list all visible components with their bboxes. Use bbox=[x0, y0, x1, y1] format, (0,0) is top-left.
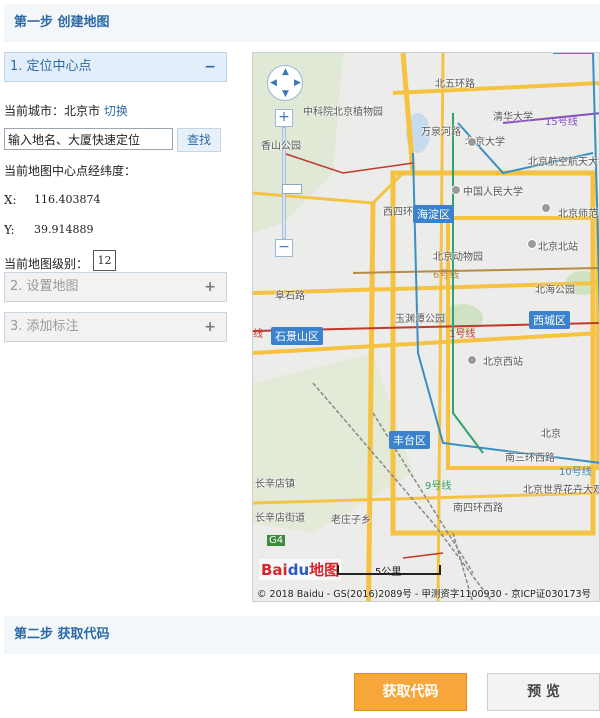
pan-right-icon[interactable]: ▶ bbox=[294, 78, 301, 88]
switch-city-link[interactable]: 切换 bbox=[104, 104, 128, 118]
pan-left-icon[interactable]: ◀ bbox=[270, 78, 277, 88]
logo-text: Bai bbox=[261, 561, 288, 579]
metro-label: 10号线 bbox=[559, 467, 592, 478]
get-code-button[interactable]: 获取代码 bbox=[354, 673, 467, 711]
current-city-label: 当前城市： bbox=[4, 104, 65, 118]
poi-marker[interactable] bbox=[467, 355, 477, 365]
district-badge: 丰台区 bbox=[389, 431, 430, 449]
y-label: Y: bbox=[4, 223, 15, 237]
map-label: 北京 bbox=[541, 429, 561, 440]
pan-up-icon[interactable]: ▲ bbox=[282, 67, 289, 77]
map-pan-control[interactable]: ▲ ▼ ◀ ▶ bbox=[267, 65, 303, 101]
zoom-in-button[interactable]: + bbox=[275, 109, 293, 127]
map-scale-label: 5公里 bbox=[375, 567, 402, 578]
map-label: 长辛店镇 bbox=[255, 479, 295, 490]
zoom-out-button[interactable]: − bbox=[275, 239, 293, 257]
pan-down-icon[interactable]: ▼ bbox=[282, 89, 289, 99]
logo-suffix: 地图 bbox=[309, 561, 340, 579]
x-value: 116.403874 bbox=[34, 193, 101, 206]
map-label: 长辛店街道 bbox=[255, 513, 305, 524]
poi-marker[interactable] bbox=[451, 185, 461, 195]
metro-label: 9号线 bbox=[425, 481, 452, 492]
poi-marker[interactable] bbox=[541, 203, 551, 213]
x-label: X: bbox=[4, 193, 17, 207]
panel-map-settings-title: 2. 设置地图 bbox=[10, 279, 79, 294]
district-badge: 海淀区 bbox=[413, 205, 454, 223]
map-label: 北海公园 bbox=[535, 285, 575, 296]
metro-label: 1号线 bbox=[449, 329, 476, 340]
map-label: 玉渊潭公园 bbox=[395, 314, 445, 325]
map-label: 北京北站 bbox=[538, 242, 578, 253]
metro-label: 15号线 bbox=[545, 117, 578, 128]
zoom-slider-handle[interactable] bbox=[282, 184, 302, 194]
center-coords-label: 当前地图中心点经纬度： bbox=[4, 164, 137, 178]
map-label: 中国人民大学 bbox=[463, 187, 523, 198]
preview-button[interactable]: 预 览 bbox=[487, 673, 600, 711]
map-label: 北京西站 bbox=[483, 357, 523, 368]
poi-marker[interactable] bbox=[527, 239, 537, 249]
zoom-level-label: 当前地图级别： bbox=[4, 257, 89, 271]
expand-icon[interactable]: + bbox=[204, 313, 216, 341]
district-badge: 西城区 bbox=[529, 311, 570, 329]
map-label: 北京航空航天大学 bbox=[528, 157, 600, 168]
zoom-level-field[interactable]: 12 bbox=[93, 250, 116, 271]
expand-icon[interactable]: + bbox=[204, 273, 216, 301]
map-label: 香山公园 bbox=[261, 141, 301, 152]
highway-shield: G4 bbox=[267, 535, 286, 546]
panel-add-marker-title: 3. 添加标注 bbox=[10, 319, 79, 334]
step1-header: 第一步 创建地图 bbox=[4, 4, 600, 42]
current-city-row: 当前城市：北京市 切换 bbox=[4, 102, 128, 119]
poi-marker[interactable] bbox=[467, 137, 477, 147]
baidu-logo: Baidu地图 bbox=[259, 559, 342, 580]
panel-add-marker[interactable]: 3. 添加标注 + bbox=[4, 312, 227, 342]
map-label: 阜石路 bbox=[275, 291, 305, 302]
map-label: 南四环西路 bbox=[453, 503, 503, 514]
map-label: 清华大学 bbox=[493, 112, 533, 123]
map-label: 北五环路 bbox=[435, 79, 475, 90]
map-label: 老庄子乡 bbox=[331, 515, 371, 526]
map-label: 北京动物园 bbox=[433, 252, 483, 263]
collapse-icon[interactable]: − bbox=[204, 53, 216, 81]
panel-map-settings[interactable]: 2. 设置地图 + bbox=[4, 272, 227, 302]
map-view[interactable]: ▲ ▼ ◀ ▶ + − 北五环路 中科院北京植物园 香山公园 清华大学 北京大学… bbox=[252, 52, 600, 602]
current-city-name: 北京市 bbox=[64, 104, 101, 118]
y-value: 39.914889 bbox=[34, 223, 94, 236]
map-label: 万泉河路 bbox=[421, 127, 461, 138]
metro-label: 6号线 bbox=[433, 270, 460, 281]
map-label: 中科院北京植物园 bbox=[303, 107, 383, 118]
search-button[interactable]: 查找 bbox=[177, 128, 221, 152]
map-zoom-control: + − bbox=[275, 109, 302, 259]
logo-paw: du bbox=[287, 561, 310, 579]
map-label: 南三环西路 bbox=[505, 453, 555, 464]
panel-locate-center-title: 1. 定位中心点 bbox=[10, 59, 92, 74]
place-search-input[interactable] bbox=[4, 128, 173, 150]
map-label: 北京师范 bbox=[558, 209, 598, 220]
step2-header: 第二步 获取代码 bbox=[4, 616, 600, 654]
metro-label: 线 bbox=[253, 329, 263, 340]
map-label: 北京世界花卉大观园 bbox=[523, 485, 599, 496]
map-copyright: © 2018 Baidu - GS(2016)2089号 - 甲测资字11009… bbox=[257, 589, 592, 600]
panel-locate-center[interactable]: 1. 定位中心点 − bbox=[4, 52, 227, 82]
district-badge: 石景山区 bbox=[271, 327, 323, 345]
